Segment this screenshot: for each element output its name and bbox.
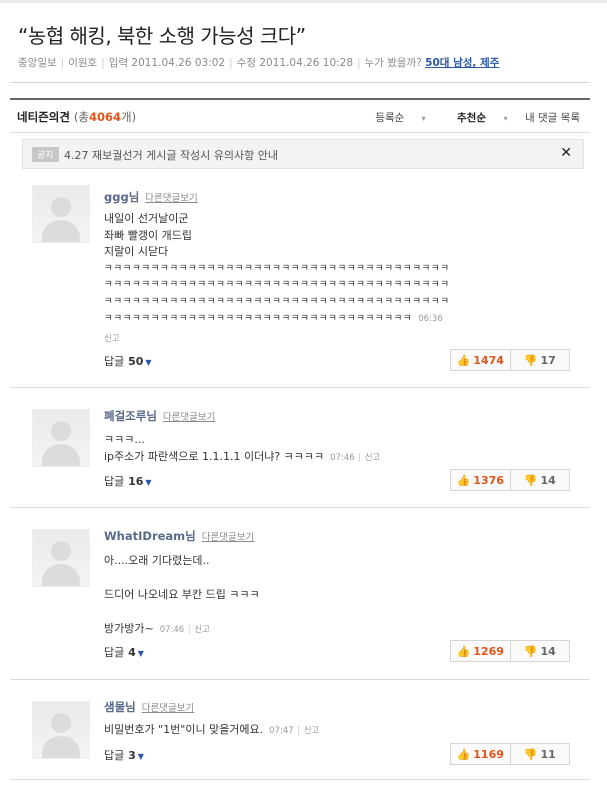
thumbs-up-icon: 👍 bbox=[456, 747, 471, 761]
thumbs-up-icon: 👍 bbox=[456, 473, 471, 487]
my-comments-link[interactable]: 내 댓글 목록 bbox=[525, 112, 580, 124]
downvote-button[interactable]: 👎 11 bbox=[511, 744, 570, 764]
avatar bbox=[32, 409, 90, 467]
downvote-button[interactable]: 👎 17 bbox=[511, 350, 570, 370]
upvote-button[interactable]: 👍 1269 bbox=[451, 641, 511, 661]
edit-label: 수정 bbox=[236, 57, 256, 69]
press-name[interactable]: 중앙일보 bbox=[18, 57, 57, 69]
chevron-down-icon: ▼ bbox=[137, 649, 144, 658]
comment-item: WhatIDream님 다른댓글보기 아....오래 기다렸는데.. 드디어 나오네… bbox=[10, 507, 590, 680]
edit-time: 2011.04.26 10:28 bbox=[259, 57, 354, 69]
comment-count: 4064 bbox=[89, 110, 122, 124]
comment-item: ggg님 다른댓글보기 내일이 선거날이군 좌빠 빨갱이 개드립 지랄이 시닫다 ㅋㅋㅋ… bbox=[10, 175, 590, 388]
reply-button[interactable]: 답글 50 ▼ bbox=[104, 353, 152, 369]
comment-body: ㅋㅋㅋ... ip주소가 파란색으로 1.1.1.1 이더냐? ㅋㅋㅋㅋ 07:46… bbox=[104, 433, 381, 463]
avatar bbox=[32, 185, 90, 243]
notice-banner: 공지 4.27 재보궐선거 게시글 작성시 유의사항 안내 ✕ bbox=[22, 139, 584, 169]
other-comments-link[interactable]: 다른댓글보기 bbox=[142, 703, 194, 714]
comment-item: 폐걸조루님 다른댓글보기 ㅋㅋㅋ... ip주소가 파란색으로 1.1.1.1 이더… bbox=[10, 387, 590, 508]
sort-register-button[interactable]: 등록순 ▾ bbox=[361, 112, 425, 124]
upvote-button[interactable]: 👍 1376 bbox=[451, 470, 511, 490]
close-icon[interactable]: ✕ bbox=[560, 145, 572, 161]
comment-author[interactable]: ggg님 다른댓글보기 bbox=[104, 189, 198, 205]
vote-box: 👍 1169 👎 11 bbox=[450, 743, 570, 765]
chevron-down-icon: ▾ bbox=[503, 114, 508, 123]
upvote-button[interactable]: 👍 1474 bbox=[451, 350, 511, 370]
avatar bbox=[32, 529, 90, 587]
thumbs-down-icon: 👎 bbox=[523, 644, 538, 658]
vote-box: 👍 1376 👎 14 bbox=[450, 469, 570, 491]
input-time: 2011.04.26 03:02 bbox=[131, 57, 226, 69]
vote-box: 👍 1474 👎 17 bbox=[450, 349, 570, 371]
report-link[interactable]: 신고 bbox=[104, 332, 120, 344]
thumbs-up-icon: 👍 bbox=[456, 353, 471, 367]
count-suffix: 개) bbox=[121, 110, 137, 124]
article-title: “농협 해킹, 북한 소행 가능성 크다” bbox=[18, 24, 306, 48]
comment-body: 비밀번호가 "1번"이니 맞을거에요. 07:47 | 신고 bbox=[104, 723, 320, 736]
input-label: 입력 bbox=[108, 57, 129, 69]
other-comments-link[interactable]: 다른댓글보기 bbox=[145, 193, 197, 204]
notice-text[interactable]: 4.27 재보궐선거 게시글 작성시 유의사항 안내 bbox=[64, 147, 278, 163]
other-comments-link[interactable]: 다른댓글보기 bbox=[202, 532, 254, 543]
comment-author[interactable]: 샘물님 다른댓글보기 bbox=[104, 699, 194, 715]
report-link[interactable]: 신고 bbox=[194, 625, 210, 635]
who-read-label: 누가 봤을까? bbox=[364, 57, 422, 69]
vote-box: 👍 1269 👎 14 bbox=[450, 640, 570, 662]
downvote-button[interactable]: 👎 14 bbox=[511, 641, 570, 661]
comments-label: 네티즌의견 bbox=[17, 110, 70, 124]
other-comments-link[interactable]: 다른댓글보기 bbox=[163, 412, 215, 423]
thumbs-up-icon: 👍 bbox=[456, 644, 471, 658]
notice-tag: 공지 bbox=[32, 147, 59, 162]
top-border bbox=[0, 0, 607, 3]
comment-body: 내일이 선거날이군 좌빠 빨갱이 개드립 지랄이 시닫다 ㅋㅋㅋㅋㅋㅋㅋㅋㅋㅋㅋㅋㅋㅋ… bbox=[104, 212, 450, 324]
chevron-down-icon: ▼ bbox=[145, 478, 152, 487]
comment-time: 07:46 bbox=[159, 625, 185, 635]
chevron-down-icon: ▾ bbox=[421, 114, 426, 123]
thumbs-down-icon: 👎 bbox=[523, 473, 538, 487]
comment-time: 07:47 bbox=[269, 726, 294, 736]
reply-button[interactable]: 답글 4 ▼ bbox=[104, 644, 144, 660]
count-prefix: (총 bbox=[73, 110, 89, 124]
comments-header: 네티즌의견 (총4064개) 등록순 ▾ 추천순 ▾ 내 댓글 목록 bbox=[10, 100, 590, 133]
reply-button[interactable]: 답글 16 ▼ bbox=[104, 473, 152, 489]
comment-time: 06:36 bbox=[418, 314, 443, 324]
comment-body: 아....오래 기다렸는데.. 드디어 나오네요 부칸 드립 ㅋㅋㅋ 방가방가~ 07… bbox=[104, 554, 260, 635]
chevron-down-icon: ▼ bbox=[137, 752, 144, 761]
comment-time: 07:46 bbox=[330, 452, 355, 463]
sort-recommend-button[interactable]: 추천순 ▾ bbox=[443, 112, 508, 124]
reply-button[interactable]: 답글 3 ▼ bbox=[104, 747, 144, 763]
comment-item: 샘물님 다른댓글보기 비밀번호가 "1번"이니 맞을거에요. 07:47 | 신고 … bbox=[10, 679, 590, 780]
comment-author[interactable]: WhatIDream님 다른댓글보기 bbox=[104, 528, 254, 544]
thumbs-down-icon: 👎 bbox=[523, 353, 538, 367]
upvote-button[interactable]: 👍 1169 bbox=[451, 744, 511, 764]
article-meta: 중앙일보 | 이원호 | 입력 2011.04.26 03:02 | 수정 2011.04.… bbox=[18, 57, 500, 69]
comment-author[interactable]: 폐걸조루님 다른댓글보기 bbox=[104, 408, 215, 424]
thumbs-down-icon: 👎 bbox=[523, 747, 538, 761]
downvote-button[interactable]: 👎 14 bbox=[511, 470, 570, 490]
reporter-name[interactable]: 이원호 bbox=[68, 57, 97, 69]
chevron-down-icon: ▼ bbox=[145, 358, 152, 367]
who-read-link[interactable]: 50대 남성, 제주 bbox=[425, 57, 499, 69]
report-link[interactable]: 신고 bbox=[365, 453, 381, 463]
avatar bbox=[32, 701, 90, 759]
report-link[interactable]: 신고 bbox=[304, 726, 320, 736]
divider bbox=[10, 82, 590, 83]
